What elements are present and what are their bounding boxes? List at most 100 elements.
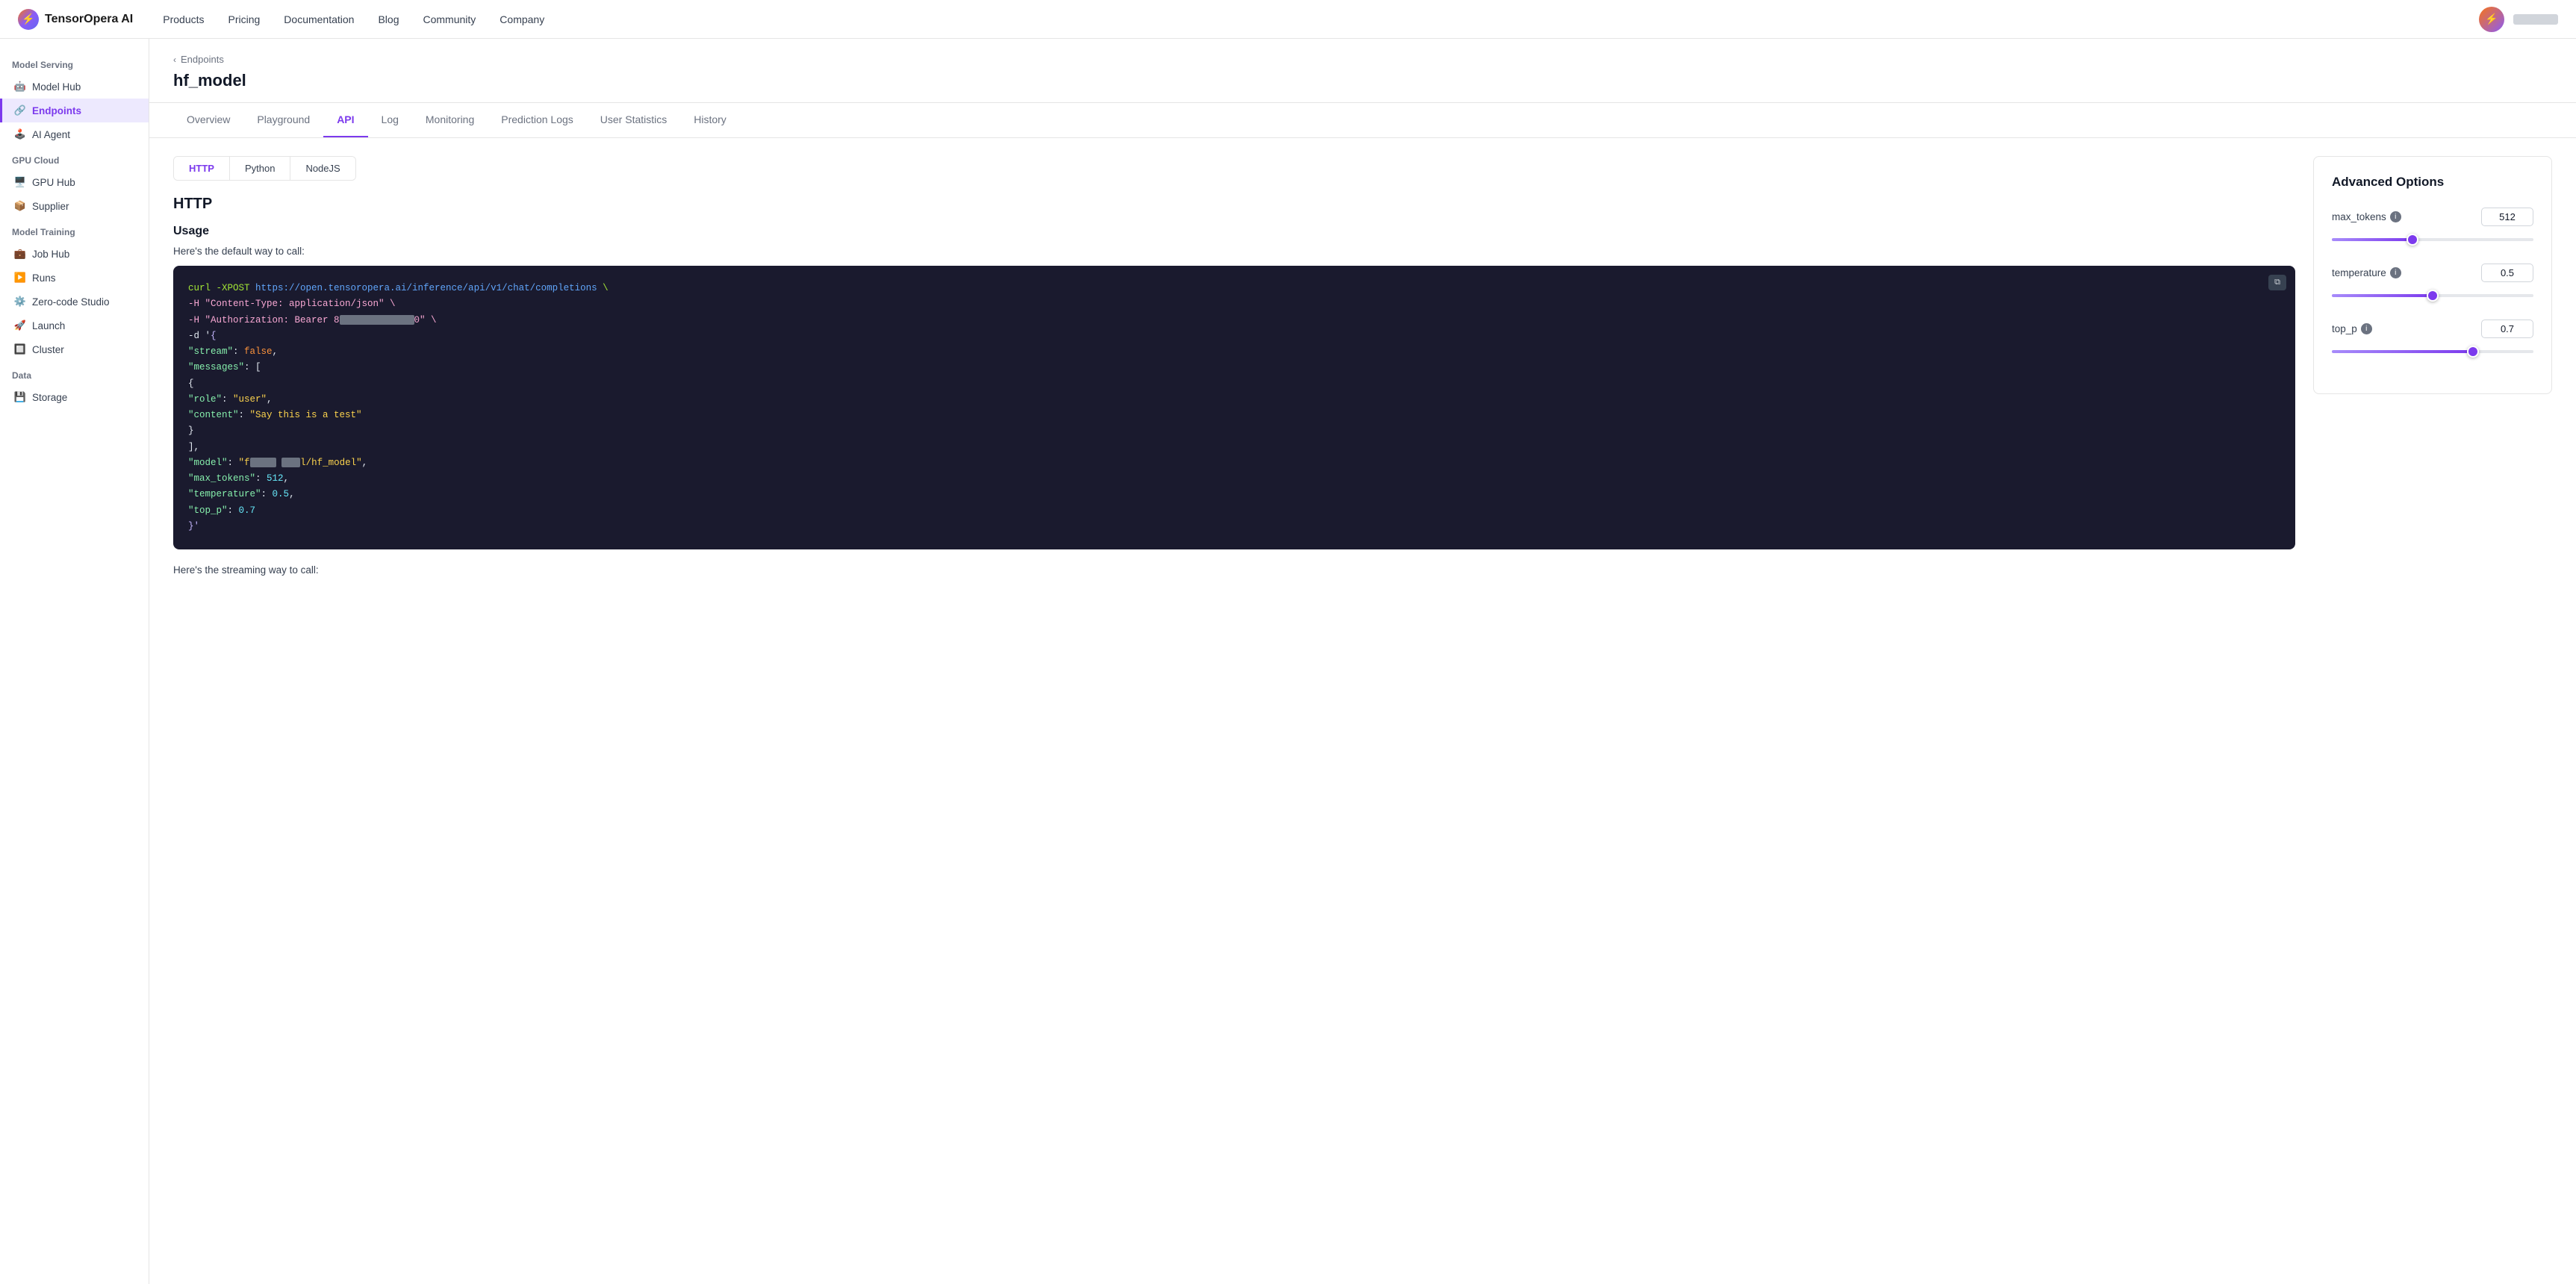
option-label-max_tokens: max_tokens i: [2332, 211, 2401, 222]
streaming-desc: Here's the streaming way to call:: [173, 564, 2295, 576]
avatar[interactable]: ⚡: [2479, 7, 2504, 32]
option-name-top_p: top_p: [2332, 323, 2357, 334]
option-row-max_tokens: max_tokens i: [2332, 208, 2533, 246]
main-content: ‹ Endpoints hf_model OverviewPlaygroundA…: [149, 39, 2576, 1284]
topnav-right: ⚡: [2479, 7, 2558, 32]
sidebar-item-gpu-hub[interactable]: 🖥️GPU Hub: [0, 170, 149, 194]
advanced-options: max_tokens i temperature i: [2332, 208, 2533, 358]
sidebar-item-launch[interactable]: 🚀Launch: [0, 314, 149, 337]
code-line-3: -H "Authorization: Bearer 80" \: [188, 315, 437, 325]
code-line-16: }': [188, 521, 199, 532]
tab-overview[interactable]: Overview: [173, 103, 243, 137]
slider-thumb-top_p[interactable]: [2467, 346, 2479, 358]
cluster-icon: 🔲: [14, 343, 26, 355]
subtab-http[interactable]: HTTP: [174, 157, 230, 180]
option-label-row-max_tokens: max_tokens i: [2332, 208, 2533, 226]
page-header: ‹ Endpoints hf_model: [149, 39, 2576, 103]
model-hub-icon: 🤖: [14, 81, 26, 93]
topnav-link-pricing[interactable]: Pricing: [228, 13, 261, 25]
subtab-nodejs[interactable]: NodeJS: [290, 157, 355, 180]
runs-icon: ▶️: [14, 272, 26, 284]
tab-prediction-logs[interactable]: Prediction Logs: [488, 103, 587, 137]
breadcrumb-arrow-icon: ‹: [173, 54, 176, 65]
slider-thumb-temperature[interactable]: [2427, 290, 2439, 302]
content-area: HTTPPythonNodeJS HTTP Usage Here's the d…: [149, 138, 2576, 596]
app-name: TensorOpera AI: [45, 13, 133, 26]
topnav: ⚡ TensorOpera AI Products Pricing Document…: [0, 0, 2576, 39]
breadcrumb[interactable]: ‹ Endpoints: [173, 54, 2552, 65]
slider-track-max_tokens[interactable]: [2332, 238, 2533, 241]
advanced-panel: Advanced Options max_tokens i temperatur…: [2313, 156, 2552, 394]
code-line-12: "model": "f l/hf_model",: [188, 458, 367, 468]
code-line-6: "messages": [: [188, 362, 261, 373]
topnav-link-products[interactable]: Products: [163, 13, 204, 25]
subtab-python[interactable]: Python: [230, 157, 290, 180]
option-name-temperature: temperature: [2332, 267, 2386, 278]
slider-thumb-max_tokens[interactable]: [2407, 234, 2418, 246]
sidebar-item-cluster[interactable]: 🔲 Cluster: [0, 337, 149, 361]
tabs-bar: OverviewPlaygroundAPILogMonitoringPredic…: [149, 103, 2576, 138]
sidebar-item-model-hub[interactable]: 🤖Model Hub: [0, 75, 149, 99]
tab-history[interactable]: History: [680, 103, 740, 137]
option-name-max_tokens: max_tokens: [2332, 211, 2386, 222]
tab-monitoring[interactable]: Monitoring: [412, 103, 488, 137]
slider-container-top_p: [2332, 346, 2533, 358]
zero-code-studio-icon: ⚙️: [14, 296, 26, 308]
option-row-temperature: temperature i: [2332, 264, 2533, 302]
sidebar-label-cluster: Cluster: [32, 344, 64, 355]
sidebar-section-model-training: Model Training: [0, 218, 149, 242]
topnav-link-company[interactable]: Company: [500, 13, 544, 25]
advanced-title: Advanced Options: [2332, 175, 2533, 190]
tab-log[interactable]: Log: [368, 103, 412, 137]
slider-track-temperature[interactable]: [2332, 294, 2533, 297]
info-icon-max_tokens[interactable]: i: [2390, 211, 2401, 222]
sidebar-item-storage[interactable]: 💾Storage: [0, 385, 149, 409]
usage-desc: Here's the default way to call:: [173, 246, 2295, 257]
slider-container-max_tokens: [2332, 234, 2533, 246]
option-label-top_p: top_p i: [2332, 323, 2372, 334]
topnav-link-community[interactable]: Community: [423, 13, 476, 25]
copy-button[interactable]: ⧉: [2268, 275, 2286, 290]
logo-icon: ⚡: [18, 9, 39, 30]
sidebar-item-supplier[interactable]: 📦Supplier: [0, 194, 149, 218]
body-layout: Model Serving🤖Model Hub🔗Endpoints🕹️AI Ag…: [0, 39, 2576, 1284]
supplier-icon: 📦: [14, 200, 26, 212]
endpoints-icon: 🔗: [14, 105, 26, 116]
sidebar-label-runs: Runs: [32, 272, 56, 284]
topnav-link-documentation[interactable]: Documentation: [284, 13, 354, 25]
topnav-link-blog[interactable]: Blog: [378, 13, 399, 25]
option-input-temperature[interactable]: [2481, 264, 2533, 282]
option-label-row-top_p: top_p i: [2332, 320, 2533, 338]
slider-container-temperature: [2332, 290, 2533, 302]
code-line-5: "stream": false,: [188, 346, 278, 357]
tab-user-statistics[interactable]: User Statistics: [587, 103, 680, 137]
option-label-row-temperature: temperature i: [2332, 264, 2533, 282]
code-line-2: -H "Content-Type: application/json" \: [188, 299, 396, 309]
tab-api[interactable]: API: [323, 103, 367, 137]
sidebar-label-storage: Storage: [32, 392, 67, 403]
info-icon-top_p[interactable]: i: [2361, 323, 2372, 334]
code-line-14: "temperature": 0.5,: [188, 489, 295, 499]
slider-track-top_p[interactable]: [2332, 350, 2533, 353]
slider-remaining-top_p: [2473, 350, 2533, 353]
sidebar-item-zero-code-studio[interactable]: ⚙️Zero-code Studio: [0, 290, 149, 314]
tab-playground[interactable]: Playground: [243, 103, 323, 137]
code-block: ⧉ curl -XPOST https://open.tensoropera.a…: [173, 266, 2295, 549]
info-icon-temperature[interactable]: i: [2390, 267, 2401, 278]
sidebar-section-gpu-cloud: GPU Cloud: [0, 146, 149, 170]
slider-remaining-temperature: [2433, 294, 2533, 297]
code-line-8: "role": "user",: [188, 394, 273, 405]
sidebar-section-data: Data: [0, 361, 149, 385]
app-logo[interactable]: ⚡ TensorOpera AI: [18, 9, 133, 30]
option-input-top_p[interactable]: [2481, 320, 2533, 338]
sidebar-label-ai-agent: AI Agent: [32, 129, 70, 140]
code-line-13: "max_tokens": 512,: [188, 473, 289, 484]
code-line-15: "top_p": 0.7: [188, 505, 255, 516]
section-title: HTTP: [173, 196, 2295, 213]
sidebar-item-runs[interactable]: ▶️ Runs: [0, 266, 149, 290]
breadcrumb-text: Endpoints: [181, 54, 224, 65]
sidebar-item-job-hub[interactable]: 💼Job Hub: [0, 242, 149, 266]
sidebar-item-endpoints[interactable]: 🔗Endpoints: [0, 99, 149, 122]
option-input-max_tokens[interactable]: [2481, 208, 2533, 226]
sidebar-item-ai-agent[interactable]: 🕹️AI Agent: [0, 122, 149, 146]
